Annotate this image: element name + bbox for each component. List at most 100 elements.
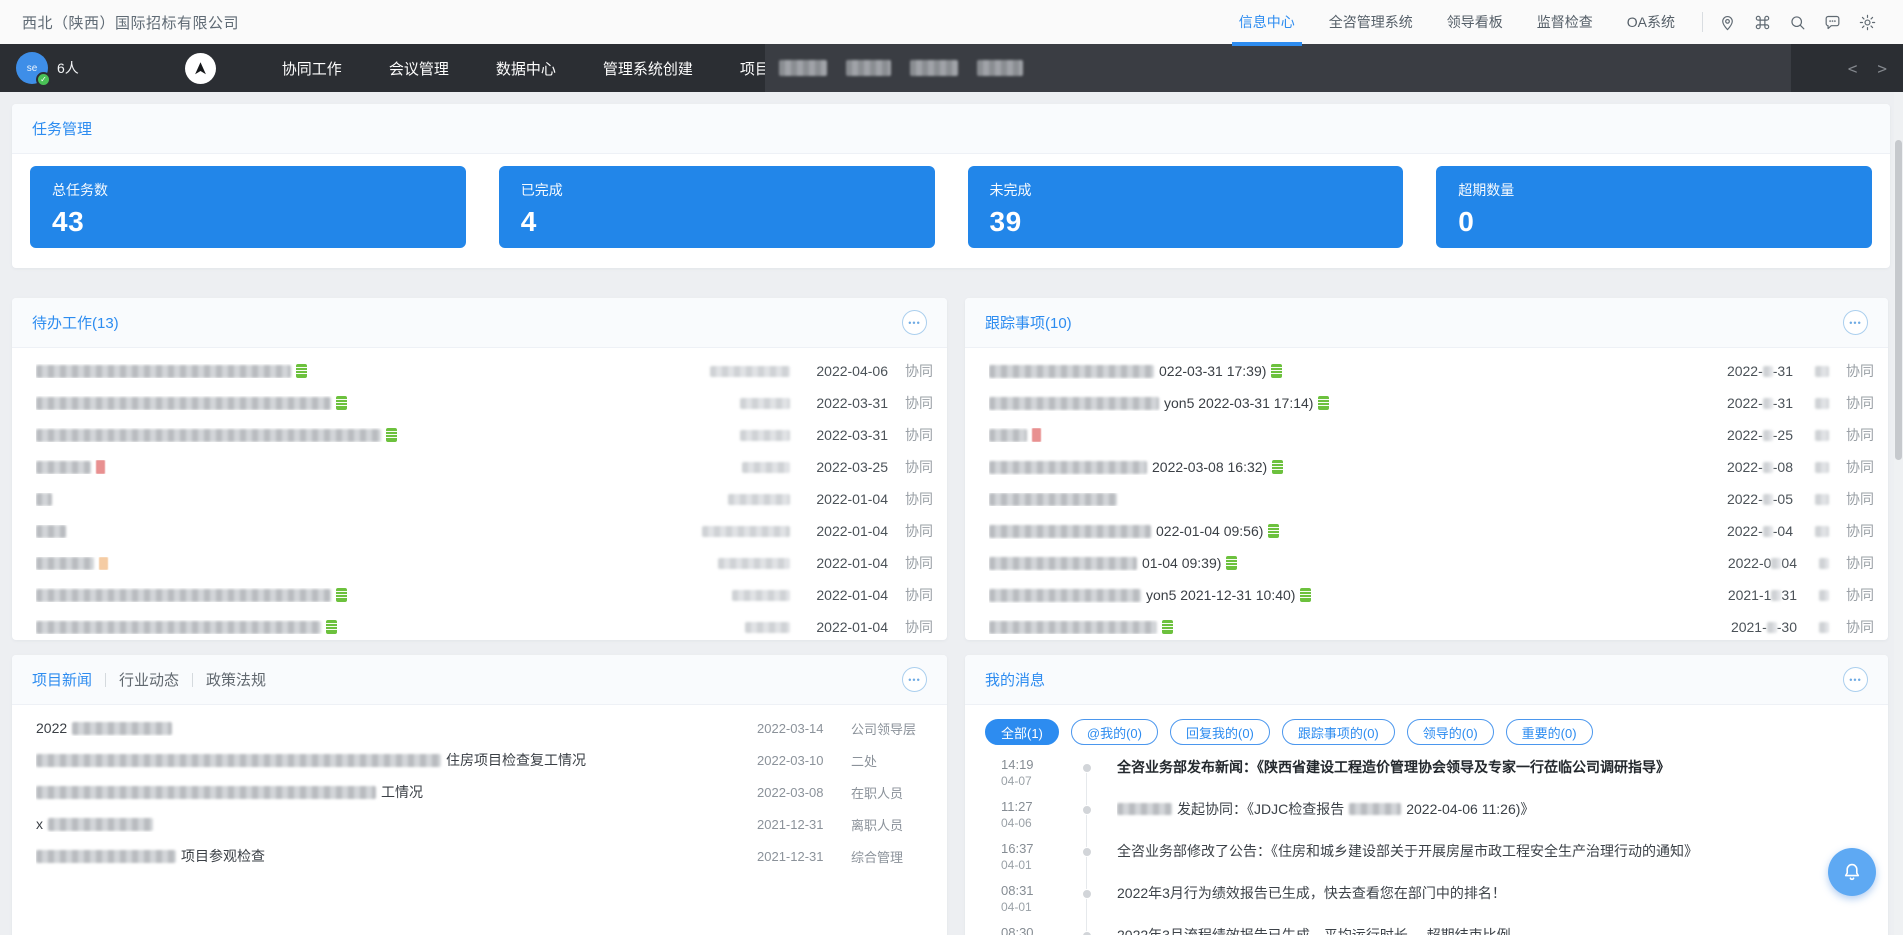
list-item[interactable]: 项目参观检查2021-12-31综合管理: [36, 840, 933, 872]
message-item[interactable]: 08:3104-012022年3月行为绩效报告已生成，快去查看您在部门中的排名！: [965, 883, 1888, 925]
tracking-item-meta: 2022--04协同: [1727, 521, 1874, 541]
navbar-menu-item[interactable]: 协同工作: [282, 58, 342, 79]
more-icon[interactable]: •••: [1843, 667, 1868, 692]
message-icon[interactable]: [1822, 12, 1842, 32]
news-category: 离职人员: [851, 815, 933, 834]
message-filter-pill[interactable]: 回复我的(0): [1170, 719, 1270, 745]
list-item[interactable]: 2022-01-04协同: [36, 611, 933, 640]
list-item[interactable]: 20222022-03-14公司领导层: [36, 712, 933, 744]
redacted-text: [1819, 622, 1829, 633]
user-avatar[interactable]: se ✓: [16, 52, 48, 84]
list-item[interactable]: 2021--30协同: [989, 611, 1874, 640]
news-tab[interactable]: 行业动态: [119, 669, 179, 690]
list-item[interactable]: 工情况2022-03-08在职人员: [36, 776, 933, 808]
title-fragment: x: [36, 816, 43, 832]
due-date-suffix: -31: [1773, 395, 1793, 411]
list-item[interactable]: yon5 2022-03-31 17:14)2022--31协同: [989, 387, 1874, 419]
list-item[interactable]: 2022-03-25协同: [36, 451, 933, 483]
news-category: 二处: [851, 751, 933, 770]
due-date-prefix: 2021-1: [1728, 587, 1772, 603]
message-item[interactable]: 11:2704-06发起协同：《JDJC检查报告2022-04-06 11:26…: [965, 799, 1888, 841]
redacted-text: [1819, 590, 1829, 601]
message-item[interactable]: 08:3004-012022年3月流程绩效报告已生成。平均运行时长-，超期结束比…: [965, 925, 1888, 935]
task-stat-card[interactable]: 超期数量0: [1436, 166, 1872, 248]
title-fragment: 022-01-04 09:56): [1156, 523, 1263, 539]
task-stat-card[interactable]: 未完成39: [968, 166, 1404, 248]
more-icon[interactable]: •••: [902, 667, 927, 692]
user-count-label: 6人: [57, 58, 79, 78]
main-navbar: se ✓ 6人 协同工作会议管理数据中心管理系统创建项目信息管理 < >: [0, 44, 1903, 92]
navbar-menu-item[interactable]: 管理系统创建: [603, 58, 693, 79]
task-summary-panel: 任务管理 总任务数43已完成4未完成39超期数量0: [12, 104, 1890, 268]
topnav-link[interactable]: 信息中心: [1222, 0, 1312, 44]
scrollbar-thumb[interactable]: [1895, 140, 1902, 460]
news-tab[interactable]: 项目新闻: [32, 669, 92, 690]
redacted-text: [740, 398, 790, 409]
due-date: 2022-01-04: [816, 555, 888, 571]
due-date-prefix: 2022-: [1727, 523, 1763, 539]
list-item[interactable]: 2022-04-06协同: [36, 355, 933, 387]
topnav-link[interactable]: 全咨管理系统: [1312, 0, 1430, 44]
task-stat-card[interactable]: 总任务数43: [30, 166, 466, 248]
redacted-text: [72, 722, 172, 735]
type-tag: 协同: [905, 489, 933, 509]
stat-value: 4: [521, 206, 913, 238]
notification-bell-button[interactable]: [1828, 848, 1876, 896]
list-item[interactable]: 2022-01-04协同: [36, 515, 933, 547]
redacted-text: [1763, 494, 1773, 505]
topnav-link[interactable]: 领导看板: [1430, 0, 1520, 44]
message-filter-pill[interactable]: @我的(0): [1071, 719, 1158, 745]
scroll-right-icon[interactable]: >: [1877, 59, 1887, 78]
list-item[interactable]: 2022-03-08 16:32)2022--08协同: [989, 451, 1874, 483]
apps-icon[interactable]: [1752, 12, 1772, 32]
message-filter-pill[interactable]: 跟踪事项的(0): [1282, 719, 1395, 745]
list-item[interactable]: 01-04 09:39)2022-004协同: [989, 547, 1874, 579]
more-icon[interactable]: •••: [902, 310, 927, 335]
list-item[interactable]: 2022-03-31协同: [36, 387, 933, 419]
redacted-text: [36, 621, 321, 634]
tracking-header: 跟踪事项(10) •••: [965, 298, 1888, 348]
redacted-text: [718, 558, 790, 569]
title-fragment: 01-04 09:39): [1142, 555, 1221, 571]
scroll-left-icon[interactable]: <: [1848, 59, 1858, 78]
list-item[interactable]: 2022-01-04协同: [36, 483, 933, 515]
redacted-text: [36, 850, 176, 863]
redacted-text: [1815, 494, 1829, 505]
message-time: 11:2704-06: [1001, 799, 1033, 831]
news-tab[interactable]: 政策法规: [206, 669, 266, 690]
list-item[interactable]: 022-01-04 09:56) 2022--04协同: [989, 515, 1874, 547]
redacted-text: [989, 365, 1154, 378]
due-date-suffix: -30: [1777, 619, 1797, 635]
navigation-compass-icon[interactable]: [185, 53, 216, 84]
scrollbar-track[interactable]: [1894, 44, 1903, 935]
settings-icon[interactable]: [1857, 12, 1877, 32]
search-icon[interactable]: [1787, 12, 1807, 32]
navbar-menu-item[interactable]: 会议管理: [389, 58, 449, 79]
location-icon[interactable]: [1717, 12, 1737, 32]
red-flag-icon: [1032, 428, 1041, 442]
tracking-item-meta: 2022--31协同: [1727, 361, 1874, 381]
task-stat-card[interactable]: 已完成4: [499, 166, 935, 248]
list-item[interactable]: 住房项目检查复工情况2022-03-10二处: [36, 744, 933, 776]
topnav-link[interactable]: OA系统: [1610, 0, 1692, 44]
list-item[interactable]: 2022-03-31协同: [36, 419, 933, 451]
more-icon[interactable]: •••: [1843, 310, 1868, 335]
topnav-link[interactable]: 监督检查: [1520, 0, 1610, 44]
redacted-text: [36, 589, 331, 602]
list-item[interactable]: 2022-01-04协同: [36, 547, 933, 579]
list-item[interactable]: 2022--05协同: [989, 483, 1874, 515]
list-item[interactable]: 022-03-31 17:39)2022--31协同: [989, 355, 1874, 387]
navbar-menu-item[interactable]: 数据中心: [496, 58, 556, 79]
list-item[interactable]: 2022--25协同: [989, 419, 1874, 451]
message-item[interactable]: 14:1904-07全咨业务部发布新闻：《陕西省建设工程造价管理协会领导及专家一…: [965, 757, 1888, 799]
message-filters: 全部(1) @我的(0) 回复我的(0) 跟踪事项的(0) 领导的(0) 重要的(0): [965, 705, 1888, 749]
list-item[interactable]: yon5 2021-12-31 10:40)2021-131协同: [989, 579, 1874, 611]
redacted-text: [1815, 526, 1829, 537]
message-item[interactable]: 16:3704-01全咨业务部修改了公告：《住房和城乡建设部关于开展房屋市政工程…: [965, 841, 1888, 883]
message-filter-pill[interactable]: 领导的(0): [1407, 719, 1494, 745]
message-filter-pill[interactable]: 全部(1): [985, 719, 1059, 745]
list-item[interactable]: 2022-01-04协同: [36, 579, 933, 611]
list-item[interactable]: x2021-12-31离职人员: [36, 808, 933, 840]
message-filter-pill[interactable]: 重要的(0): [1506, 719, 1593, 745]
tracking-item-meta: 2022--05协同: [1727, 489, 1874, 509]
